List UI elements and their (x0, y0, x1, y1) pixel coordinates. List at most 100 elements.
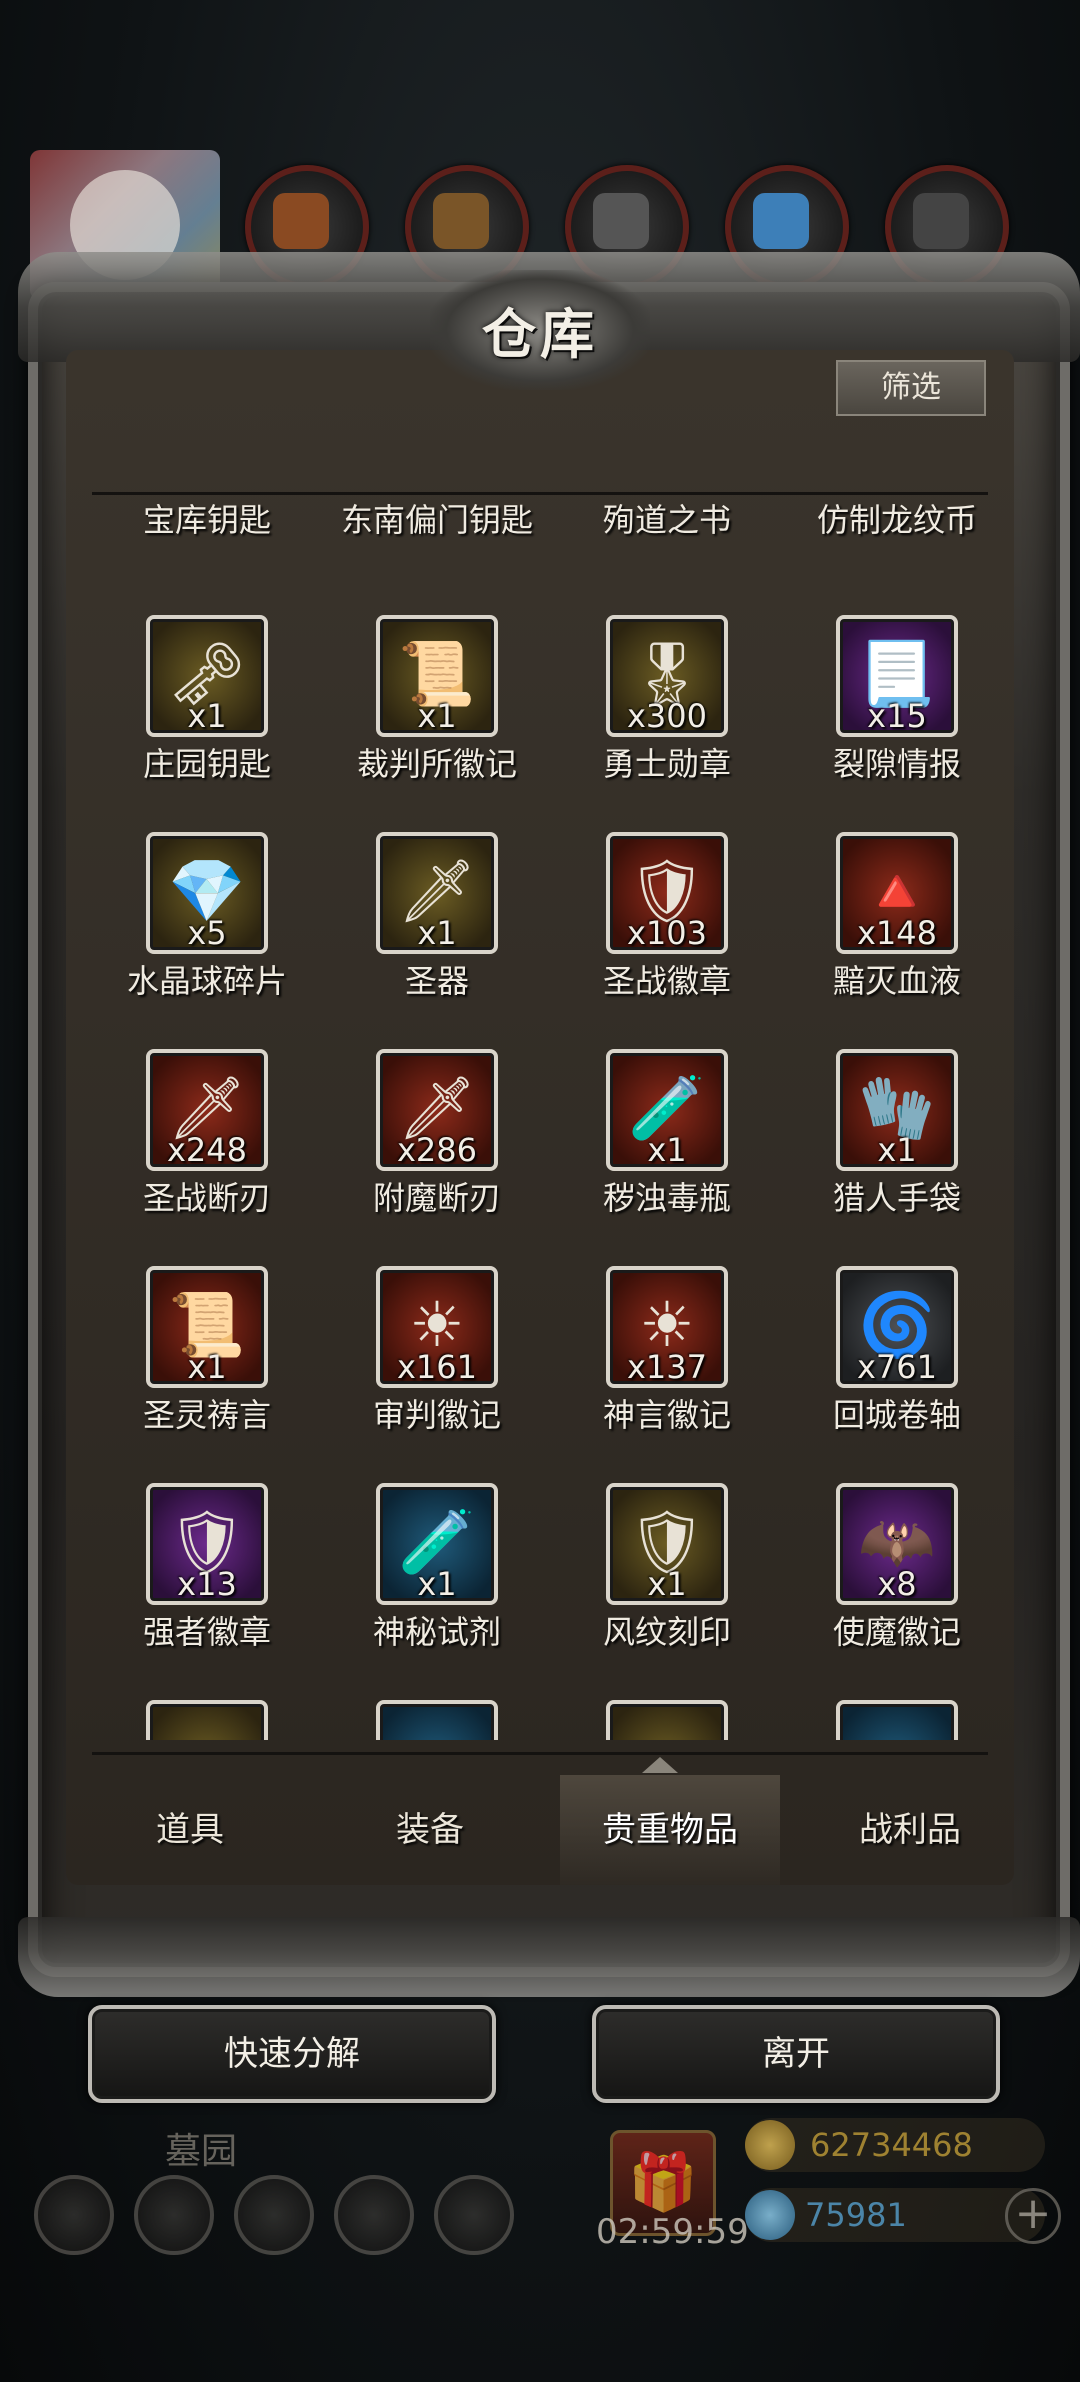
grid-item[interactable]: 东南偏门钥匙 (322, 495, 552, 586)
grid-item[interactable]: 📜 x1 裁判所徽记 (322, 615, 552, 830)
item-slot[interactable] (836, 1700, 958, 1740)
grid-item[interactable]: 📃 x15 裂隙情报 (782, 615, 988, 830)
star-icon[interactable] (134, 2175, 214, 2255)
item-slot[interactable]: 🛡 x13 (146, 1483, 268, 1605)
item-name: 神秘试剂 (372, 1613, 501, 1651)
grid-item[interactable]: 💎 x5 水晶球碎片 (92, 832, 322, 1047)
item-count: x1 (647, 1565, 687, 1603)
grid-item[interactable]: 🗝 x1 庄园钥匙 (92, 615, 322, 830)
item-name: 强者徽章 (142, 1613, 271, 1651)
item-count: x137 (626, 1348, 707, 1386)
item-slot[interactable] (376, 1700, 498, 1740)
item-count: x103 (626, 914, 707, 952)
item-slot[interactable]: 📜 x1 (376, 615, 498, 737)
item-count: x5 (187, 914, 227, 952)
gold-amount: 62734468 (810, 2126, 973, 2164)
item-count: x148 (856, 914, 937, 952)
gift-timer: 02:59:59 (596, 2212, 749, 2252)
leave-button[interactable]: 离开 (592, 2005, 1000, 2103)
item-slot[interactable]: 💎 x5 (146, 832, 268, 954)
item-name: 宝库钥匙 (142, 501, 271, 539)
item-count: x286 (396, 1131, 477, 1169)
item-slot[interactable]: 🗡 x248 (146, 1049, 268, 1171)
grid-item[interactable]: ☀ x137 神言徽记 (552, 1266, 782, 1481)
item-slot[interactable]: 🦇 x8 (836, 1483, 958, 1605)
filter-button[interactable]: 筛选 (836, 360, 986, 416)
item-slot[interactable]: 🗝 x1 (146, 615, 268, 737)
add-currency-button[interactable]: + (1005, 2188, 1061, 2244)
grid-item[interactable] (552, 1700, 782, 1740)
grid-item[interactable]: 🔺 x148 黯灭血液 (782, 832, 988, 1047)
item-count: x1 (417, 1565, 457, 1603)
item-slot[interactable]: 🧤 x1 (836, 1049, 958, 1171)
item-slot[interactable]: 🧪 x1 (376, 1483, 498, 1605)
item-slot[interactable]: 🗡 x286 (376, 1049, 498, 1171)
item-slot[interactable]: 🎖 x300 (606, 615, 728, 737)
grid-item[interactable]: 宝库钥匙 (92, 495, 322, 586)
item-name: 秽浊毒瓶 (602, 1179, 731, 1217)
grid-item[interactable]: 🗡 x286 附魔断刃 (322, 1049, 552, 1264)
item-slot[interactable]: ☀ x161 (376, 1266, 498, 1388)
grid-item[interactable]: 🎖 x300 勇士勋章 (552, 615, 782, 830)
dialog-title: 仓库 (482, 303, 598, 366)
item-count: x1 (417, 914, 457, 952)
grid-item[interactable]: 🧪 x1 神秘试剂 (322, 1483, 552, 1698)
grid-item[interactable]: ☀ x161 审判徽记 (322, 1266, 552, 1481)
castle-icon[interactable] (234, 2175, 314, 2255)
item-count: x1 (187, 1348, 227, 1386)
item-count: x15 (867, 697, 927, 735)
grid-item[interactable]: 🧪 x1 秽浊毒瓶 (552, 1049, 782, 1264)
item-count: x8 (877, 1565, 917, 1603)
grid-item[interactable]: 🗡 x248 圣战断刃 (92, 1049, 322, 1264)
item-slot[interactable]: ☀ x137 (606, 1266, 728, 1388)
grid-item[interactable]: 🗡 x1 圣器 (322, 832, 552, 1047)
item-name: 水晶球碎片 (126, 962, 287, 1000)
item-slot[interactable] (606, 1700, 728, 1740)
item-name: 圣灵祷言 (142, 1396, 271, 1434)
active-tab-indicator (642, 1757, 678, 1773)
item-name: 圣战断刃 (142, 1179, 271, 1217)
item-slot[interactable]: 🗡 x1 (376, 832, 498, 954)
tab-1[interactable]: 装备 (320, 1775, 540, 1885)
item-slot[interactable]: 🛡 x103 (606, 832, 728, 954)
item-slot[interactable] (146, 1700, 268, 1740)
grid-item[interactable]: 殉道之书 (552, 495, 782, 586)
mail-icon[interactable] (334, 2175, 414, 2255)
grid-item[interactable]: 🛡 x103 圣战徽章 (552, 832, 782, 1047)
grid-item[interactable]: 仿制龙纹币 (782, 495, 988, 586)
quick-decompose-button[interactable]: 快速分解 (88, 2005, 496, 2103)
grid-item[interactable]: 🦇 x8 使魔徽记 (782, 1483, 988, 1698)
item-count: x1 (187, 697, 227, 735)
item-slot[interactable]: 🛡 x1 (606, 1483, 728, 1605)
category-tabs: 道具 装备 贵重物品 战利品 (80, 1775, 1000, 1885)
item-slot[interactable]: 📜 x1 (146, 1266, 268, 1388)
grid-item[interactable]: 🛡 x1 风纹刻印 (552, 1483, 782, 1698)
item-slot[interactable]: 📃 x15 (836, 615, 958, 737)
tab-0[interactable]: 道具 (80, 1775, 300, 1885)
gem-icon (745, 2190, 795, 2240)
item-name: 殉道之书 (602, 501, 731, 539)
grid-item[interactable] (782, 1700, 988, 1740)
gold-coin-icon (745, 2120, 795, 2170)
item-name: 圣器 (404, 962, 469, 1000)
grid-item[interactable]: 🌀 x761 回城卷轴 (782, 1266, 988, 1481)
grid-item[interactable] (322, 1700, 552, 1740)
item-grid[interactable]: 宝库钥匙 东南偏门钥匙 殉道之书 仿制龙纹币 🗝 x1 庄园钥匙 📜 x1 裁判所徽记 🎖 x300 勇… (92, 495, 988, 1740)
item-slot[interactable]: 🧪 x1 (606, 1049, 728, 1171)
item-name: 裂隙情报 (832, 745, 961, 783)
tab-2[interactable]: 贵重物品 (560, 1775, 780, 1885)
settings-gear-icon[interactable] (34, 2175, 114, 2255)
grid-item[interactable] (92, 1700, 322, 1740)
location-label: 墓园 (165, 2131, 238, 2172)
grid-item[interactable]: 🛡 x13 强者徽章 (92, 1483, 322, 1698)
tab-3[interactable]: 战利品 (800, 1775, 1020, 1885)
grid-item[interactable]: 📜 x1 圣灵祷言 (92, 1266, 322, 1481)
item-slot[interactable]: 🌀 x761 (836, 1266, 958, 1388)
dice-icon[interactable] (434, 2175, 514, 2255)
grid-item[interactable]: 🧤 x1 猎人手袋 (782, 1049, 988, 1264)
item-slot[interactable]: 🔺 x148 (836, 832, 958, 954)
item-name: 黯灭血液 (832, 962, 961, 1000)
gem-amount: 75981 (805, 2196, 907, 2234)
item-name: 审判徽记 (372, 1396, 501, 1434)
item-name: 圣战徽章 (602, 962, 731, 1000)
